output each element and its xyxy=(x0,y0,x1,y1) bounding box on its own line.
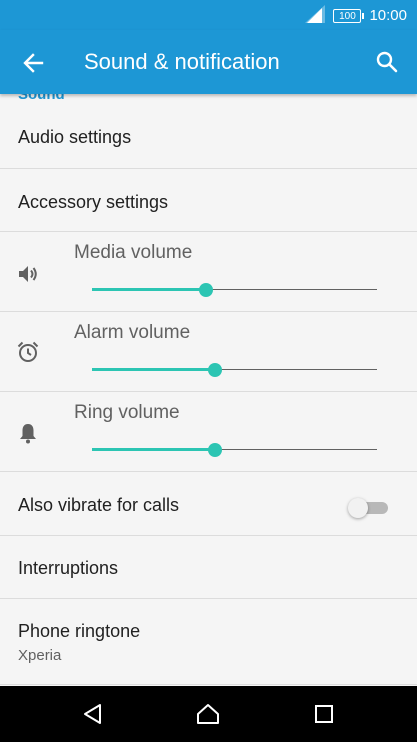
accessory-settings-item[interactable]: Accessory settings xyxy=(0,169,417,232)
vibrate-toggle[interactable] xyxy=(348,498,388,518)
toggle-knob xyxy=(348,498,368,518)
slider-thumb[interactable] xyxy=(207,443,222,457)
signal-icon xyxy=(305,4,326,28)
status-time: 10:00 xyxy=(369,7,407,24)
audio-settings-label: Audio settings xyxy=(18,127,132,147)
recents-square-icon xyxy=(315,705,333,723)
bell-icon xyxy=(16,421,40,445)
phone-ringtone-label: Phone ringtone xyxy=(18,621,141,641)
alarm-volume-row: Alarm volume xyxy=(0,312,417,392)
accessory-settings-label: Accessory settings xyxy=(18,192,169,212)
search-icon xyxy=(376,51,398,73)
slider-thumb[interactable] xyxy=(199,283,213,297)
audio-settings-item[interactable]: Audio settings xyxy=(0,94,417,169)
arrow-left-icon xyxy=(23,53,44,73)
nav-back-button[interactable] xyxy=(81,702,105,726)
slider-fill xyxy=(92,448,215,451)
vibrate-for-calls-item[interactable]: Also vibrate for calls xyxy=(0,472,417,536)
speaker-icon xyxy=(16,262,40,286)
slider-fill xyxy=(92,368,215,371)
settings-list: Audio settings Accessory settings Media … xyxy=(0,94,417,685)
status-bar: 100 10:00 xyxy=(0,0,417,30)
navigation-bar xyxy=(0,686,417,742)
battery-level: 100 xyxy=(339,11,356,22)
ring-volume-slider[interactable] xyxy=(92,442,377,458)
media-volume-row: Media volume xyxy=(0,232,417,312)
media-volume-slider[interactable] xyxy=(92,282,377,298)
media-volume-label: Media volume xyxy=(74,242,193,263)
phone-ringtone-value: Xperia xyxy=(18,647,62,664)
search-button[interactable] xyxy=(375,50,399,74)
back-triangle-icon xyxy=(84,704,101,724)
alarm-volume-label: Alarm volume xyxy=(74,322,191,343)
status-indicators: 100 10:00 xyxy=(305,4,407,28)
slider-thumb[interactable] xyxy=(207,363,222,377)
nav-home-button[interactable] xyxy=(196,702,220,726)
home-icon xyxy=(197,704,219,724)
page-title: Sound & notification xyxy=(84,49,280,74)
interruptions-item[interactable]: Interruptions xyxy=(0,536,417,599)
alarm-clock-icon xyxy=(16,340,40,364)
vibrate-for-calls-label: Also vibrate for calls xyxy=(18,495,180,515)
back-button[interactable] xyxy=(22,52,44,74)
battery-icon: 100 xyxy=(333,9,365,23)
interruptions-label: Interruptions xyxy=(18,558,119,578)
nav-recents-button[interactable] xyxy=(312,702,336,726)
ring-volume-row: Ring volume xyxy=(0,392,417,472)
ring-volume-label: Ring volume xyxy=(74,402,180,423)
slider-fill xyxy=(92,288,206,291)
alarm-volume-slider[interactable] xyxy=(92,362,377,378)
app-bar: Sound & notification xyxy=(0,30,417,94)
phone-ringtone-item[interactable]: Phone ringtone Xperia xyxy=(0,599,417,685)
